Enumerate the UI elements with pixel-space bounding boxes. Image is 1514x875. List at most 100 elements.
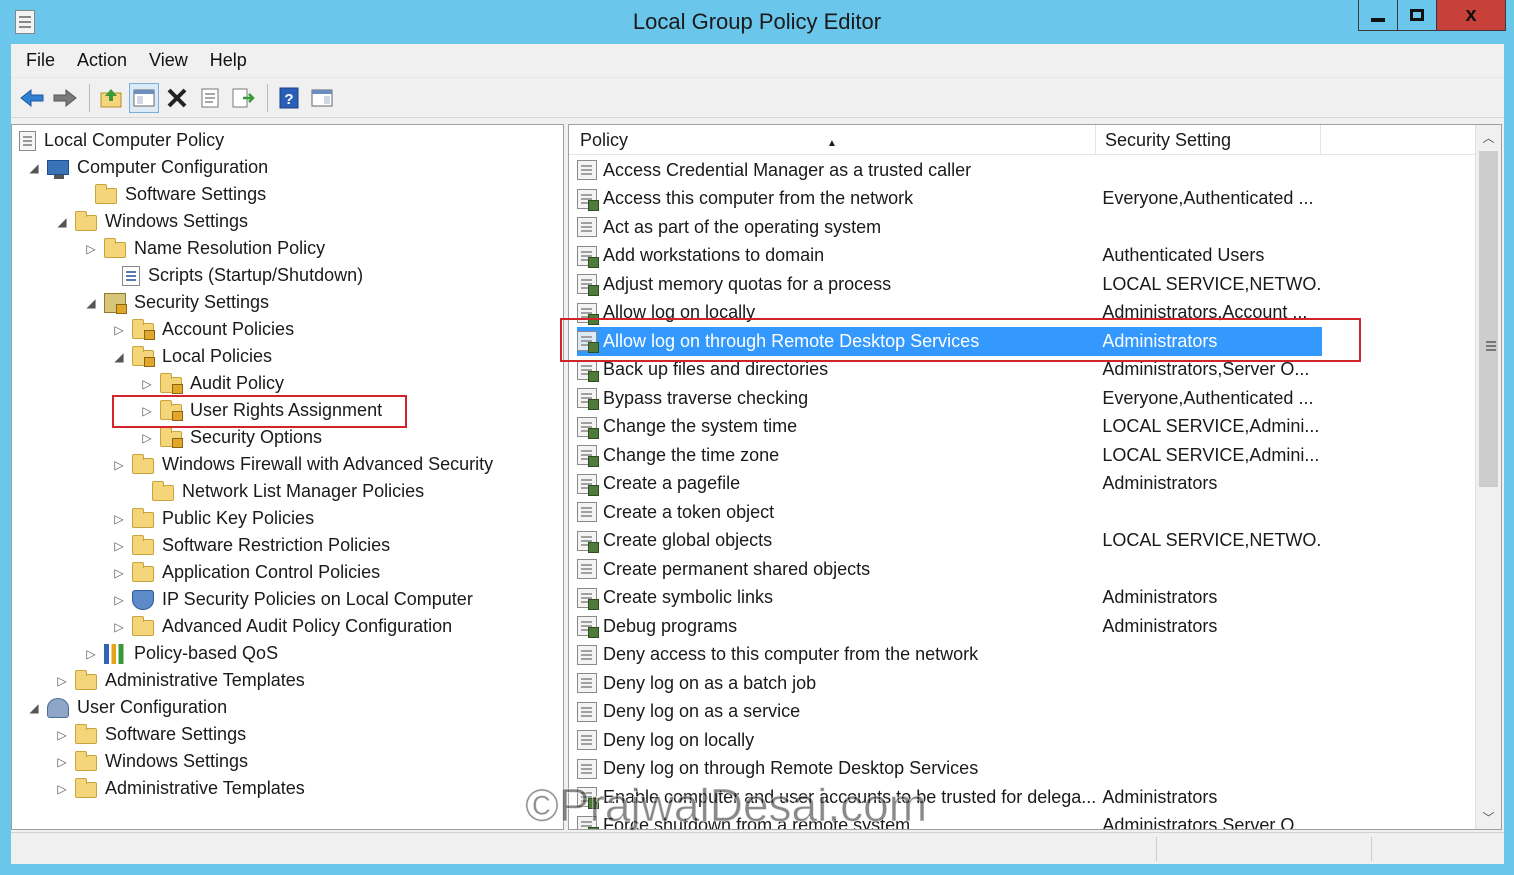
scroll-up-arrow-icon[interactable]: ︿ bbox=[1476, 125, 1501, 149]
list-item[interactable]: Change the time zone LOCAL SERVICE,Admini… bbox=[577, 441, 1322, 470]
maximize-button[interactable] bbox=[1397, 0, 1437, 31]
expand-arrow-icon[interactable]: ▷ bbox=[112, 566, 126, 580]
list-item[interactable]: Deny log on locally bbox=[577, 726, 1322, 755]
expand-arrow-icon[interactable]: ▷ bbox=[140, 431, 154, 445]
menu-file[interactable]: File bbox=[15, 50, 66, 71]
tree-item[interactable]: ◢ User Configuration bbox=[27, 694, 227, 721]
list-item[interactable]: Act as part of the operating system bbox=[577, 213, 1322, 242]
scroll-down-arrow-icon[interactable]: ﹀ bbox=[1476, 805, 1501, 829]
tree-item[interactable]: ▷ Account Policies bbox=[112, 316, 294, 343]
tree-item[interactable]: Software Settings bbox=[75, 181, 266, 208]
tree-item-label: Network List Manager Policies bbox=[182, 481, 425, 501]
tree-item[interactable]: ▷ Application Control Policies bbox=[112, 559, 380, 586]
column-header-policy[interactable]: Policy ▲ bbox=[569, 125, 1096, 154]
close-icon: x bbox=[1465, 3, 1477, 26]
tree-item[interactable]: ▷ Software Restriction Policies bbox=[112, 532, 390, 559]
forward-button[interactable] bbox=[50, 83, 80, 113]
tree-item[interactable]: Network List Manager Policies bbox=[132, 478, 424, 505]
tree-item[interactable]: Scripts (Startup/Shutdown) bbox=[102, 262, 363, 289]
properties-icon bbox=[201, 88, 219, 107]
list-item[interactable]: Access this computer from the network Eve… bbox=[577, 185, 1322, 214]
tree-item[interactable]: ▷ Advanced Audit Policy Configuration bbox=[112, 613, 452, 640]
expand-arrow-icon[interactable]: ▷ bbox=[140, 377, 154, 391]
back-button[interactable] bbox=[17, 83, 47, 113]
delete-button[interactable] bbox=[162, 83, 192, 113]
list-item[interactable]: Create global objects LOCAL SERVICE,NETWO… bbox=[577, 527, 1322, 556]
list-item[interactable]: Create a token object bbox=[577, 498, 1322, 527]
list-item[interactable]: Bypass traverse checking Everyone,Authent… bbox=[577, 384, 1322, 413]
menu-help[interactable]: Help bbox=[199, 50, 258, 71]
tree-item[interactable]: ▷ Audit Policy bbox=[140, 370, 284, 397]
expand-arrow-icon[interactable]: ▷ bbox=[112, 323, 126, 337]
tree-item[interactable]: ▷ IP Security Policies on Local Computer bbox=[112, 586, 473, 613]
show-hide-tree-button[interactable] bbox=[129, 82, 159, 113]
expand-arrow-icon[interactable]: ▷ bbox=[84, 647, 98, 661]
properties-button[interactable] bbox=[195, 83, 225, 113]
expand-arrow-icon[interactable]: ▷ bbox=[55, 755, 69, 769]
list-item[interactable]: Access Credential Manager as a trusted c… bbox=[577, 156, 1322, 185]
tree-item-label: Account Policies bbox=[162, 319, 295, 339]
up-one-level-button[interactable] bbox=[96, 83, 126, 113]
back-arrow-icon bbox=[20, 88, 44, 107]
tree-item[interactable]: ▷ Policy-based QoS bbox=[84, 640, 278, 667]
show-hide-action-pane-button[interactable] bbox=[307, 83, 337, 113]
expand-arrow-icon[interactable]: ▷ bbox=[112, 593, 126, 607]
tree-item[interactable]: ▷ Public Key Policies bbox=[112, 505, 314, 532]
list-item[interactable]: Create symbolic links Administrators bbox=[577, 584, 1322, 613]
list-item[interactable]: Force shutdown from a remote system Admin… bbox=[577, 812, 1322, 830]
title-bar[interactable]: Local Group Policy Editor x bbox=[0, 0, 1514, 44]
scrollbar-thumb[interactable] bbox=[1479, 151, 1498, 487]
tree-item[interactable]: ◢ Computer Configuration bbox=[27, 154, 268, 181]
list-item[interactable]: Create a pagefile Administrators bbox=[577, 470, 1322, 499]
list-item[interactable]: Change the system time LOCAL SERVICE,Admi… bbox=[577, 413, 1322, 442]
tree-item[interactable]: ▷ Administrative Templates bbox=[55, 667, 305, 694]
tree-item[interactable]: ▷ Administrative Templates bbox=[55, 775, 305, 802]
tree-item[interactable]: ◢ Local Policies bbox=[112, 343, 272, 370]
collapse-arrow-icon[interactable]: ◢ bbox=[27, 701, 41, 715]
details-pane[interactable]: Policy ▲ Security Setting Access Credent… bbox=[568, 124, 1502, 830]
minimize-button[interactable] bbox=[1358, 0, 1398, 31]
tree-item[interactable]: Local Computer Policy bbox=[19, 127, 224, 154]
expand-arrow-icon[interactable]: ▷ bbox=[112, 539, 126, 553]
list-item[interactable]: Deny access to this computer from the ne… bbox=[577, 641, 1322, 670]
doc-icon bbox=[19, 130, 36, 151]
list-item[interactable]: Debug programs Administrators bbox=[577, 612, 1322, 641]
tree-item[interactable]: ◢ Windows Settings bbox=[55, 208, 248, 235]
console-tree[interactable]: Local Computer Policy ◢ Computer Configura… bbox=[11, 124, 564, 830]
expand-arrow-icon[interactable]: ▷ bbox=[84, 242, 98, 256]
list-item[interactable]: Adjust memory quotas for a process LOCAL … bbox=[577, 270, 1322, 299]
help-button[interactable]: ? bbox=[274, 83, 304, 113]
list-item[interactable]: Add workstations to domain Authenticated … bbox=[577, 242, 1322, 271]
expand-arrow-icon[interactable]: ▷ bbox=[112, 458, 126, 472]
list-item[interactable]: Deny log on through Remote Desktop Servi… bbox=[577, 755, 1322, 784]
tree-item[interactable]: ▷ Name Resolution Policy bbox=[84, 235, 325, 262]
expand-arrow-icon[interactable]: ▷ bbox=[112, 512, 126, 526]
close-button[interactable]: x bbox=[1436, 0, 1506, 31]
list-item[interactable]: Create permanent shared objects bbox=[577, 555, 1322, 584]
policy-name: Force shutdown from a remote system bbox=[603, 815, 911, 830]
list-item[interactable]: Deny log on as a batch job bbox=[577, 669, 1322, 698]
tree-item[interactable]: ▷ Windows Settings bbox=[55, 748, 248, 775]
tree-item-label: Software Restriction Policies bbox=[162, 535, 391, 555]
expand-arrow-icon[interactable]: ▷ bbox=[55, 782, 69, 796]
tree-item[interactable]: ▷ Security Options bbox=[140, 424, 322, 451]
export-list-button[interactable] bbox=[228, 83, 258, 113]
expand-arrow-icon[interactable]: ▷ bbox=[112, 620, 126, 634]
tree-item[interactable]: ▷ Windows Firewall with Advanced Security bbox=[112, 451, 493, 478]
menu-bar: File Action View Help bbox=[11, 44, 1504, 78]
menu-view[interactable]: View bbox=[138, 50, 199, 71]
collapse-arrow-icon[interactable]: ◢ bbox=[55, 215, 69, 229]
expand-arrow-icon[interactable]: ▷ bbox=[55, 674, 69, 688]
tree-item[interactable]: ▷ Software Settings bbox=[55, 721, 246, 748]
collapse-arrow-icon[interactable]: ◢ bbox=[112, 350, 126, 364]
expand-arrow-icon[interactable]: ▷ bbox=[55, 728, 69, 742]
vertical-scrollbar[interactable]: ︿ ﹀ bbox=[1475, 125, 1501, 829]
list-item[interactable]: Enable computer and user accounts to be … bbox=[577, 783, 1322, 812]
tree-item[interactable]: ◢ Security Settings bbox=[84, 289, 269, 316]
collapse-arrow-icon[interactable]: ◢ bbox=[84, 296, 98, 310]
column-header-security-setting[interactable]: Security Setting bbox=[1096, 125, 1321, 154]
collapse-arrow-icon[interactable]: ◢ bbox=[27, 161, 41, 175]
list-item[interactable]: Deny log on as a service bbox=[577, 698, 1322, 727]
menu-action[interactable]: Action bbox=[66, 50, 138, 71]
policy-name: Deny log on as a service bbox=[603, 701, 801, 722]
